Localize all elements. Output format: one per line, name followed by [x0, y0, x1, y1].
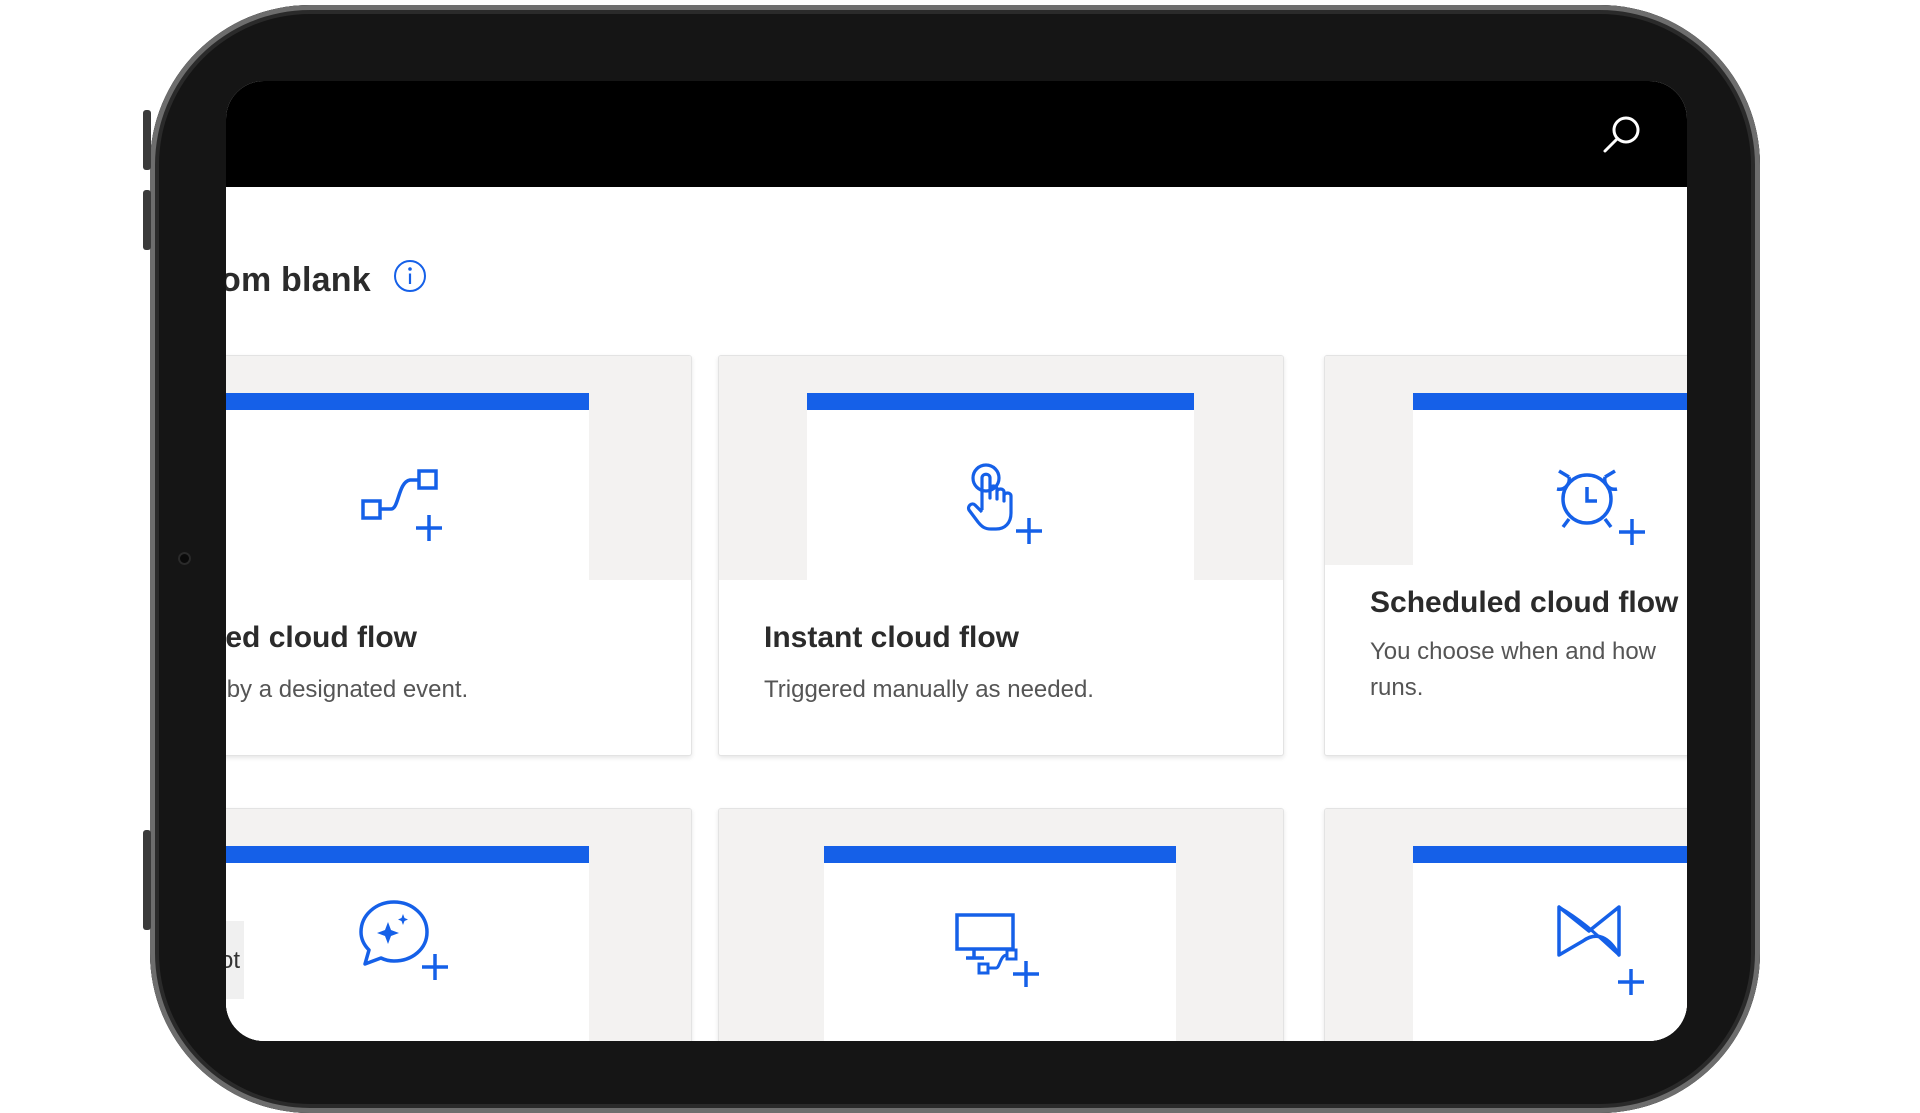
card-scheduled-flow[interactable]: Scheduled cloud flow You choose when and… [1324, 355, 1687, 756]
tablet-side-button [143, 190, 151, 250]
card-instant-flow[interactable]: Instant cloud flow Triggered manually as… [718, 355, 1284, 756]
card-desktop-flow[interactable] [718, 808, 1284, 1041]
card-thumbnail [226, 809, 691, 1041]
card-thumbnail [719, 356, 1283, 580]
camera [178, 552, 191, 565]
accent-bar [226, 393, 589, 410]
card-process-mining[interactable] [1324, 808, 1687, 1041]
search-button[interactable] [1597, 109, 1647, 159]
card-copilot-flow[interactable] [226, 808, 692, 1041]
partial-tab-label: ot [226, 947, 241, 974]
card-title: Scheduled cloud flow [1370, 586, 1679, 619]
app-screen: om blank mated cloud flow ered by a desi… [226, 81, 1687, 1041]
desktop-flow-icon [955, 913, 1039, 987]
top-bar [226, 81, 1687, 187]
automated-flow-icon [361, 469, 442, 541]
card-description: Triggered manually as needed. [764, 676, 1094, 703]
card-automated-flow[interactable]: mated cloud flow ered by a designated ev… [226, 355, 692, 756]
accent-bar [807, 393, 1194, 410]
info-icon [394, 260, 426, 292]
tablet-side-button [143, 830, 151, 930]
card-thumbnail [719, 809, 1283, 1041]
accent-bar [226, 846, 589, 863]
section-title: om blank [226, 261, 371, 299]
card-thumbnail [1325, 809, 1687, 1041]
card-description: You choose when and how [1370, 638, 1657, 665]
card-thumbnail [226, 356, 691, 580]
accent-bar [1413, 393, 1687, 410]
process-mining-icon [1557, 905, 1644, 995]
touch-flow-icon [966, 463, 1042, 544]
search-icon [1603, 116, 1640, 153]
info-button[interactable] [392, 258, 428, 294]
copilot-chat-icon [359, 900, 448, 980]
card-title: Instant cloud flow [764, 621, 1019, 654]
card-description: ered by a designated event. [226, 676, 469, 703]
accent-bar [1413, 846, 1687, 863]
tablet-side-button [143, 110, 151, 170]
accent-bar [824, 846, 1176, 863]
card-title: mated cloud flow [226, 621, 418, 654]
card-thumbnail [1325, 356, 1687, 565]
card-description: runs. [1370, 674, 1424, 701]
alarm-clock-icon [1556, 469, 1645, 545]
